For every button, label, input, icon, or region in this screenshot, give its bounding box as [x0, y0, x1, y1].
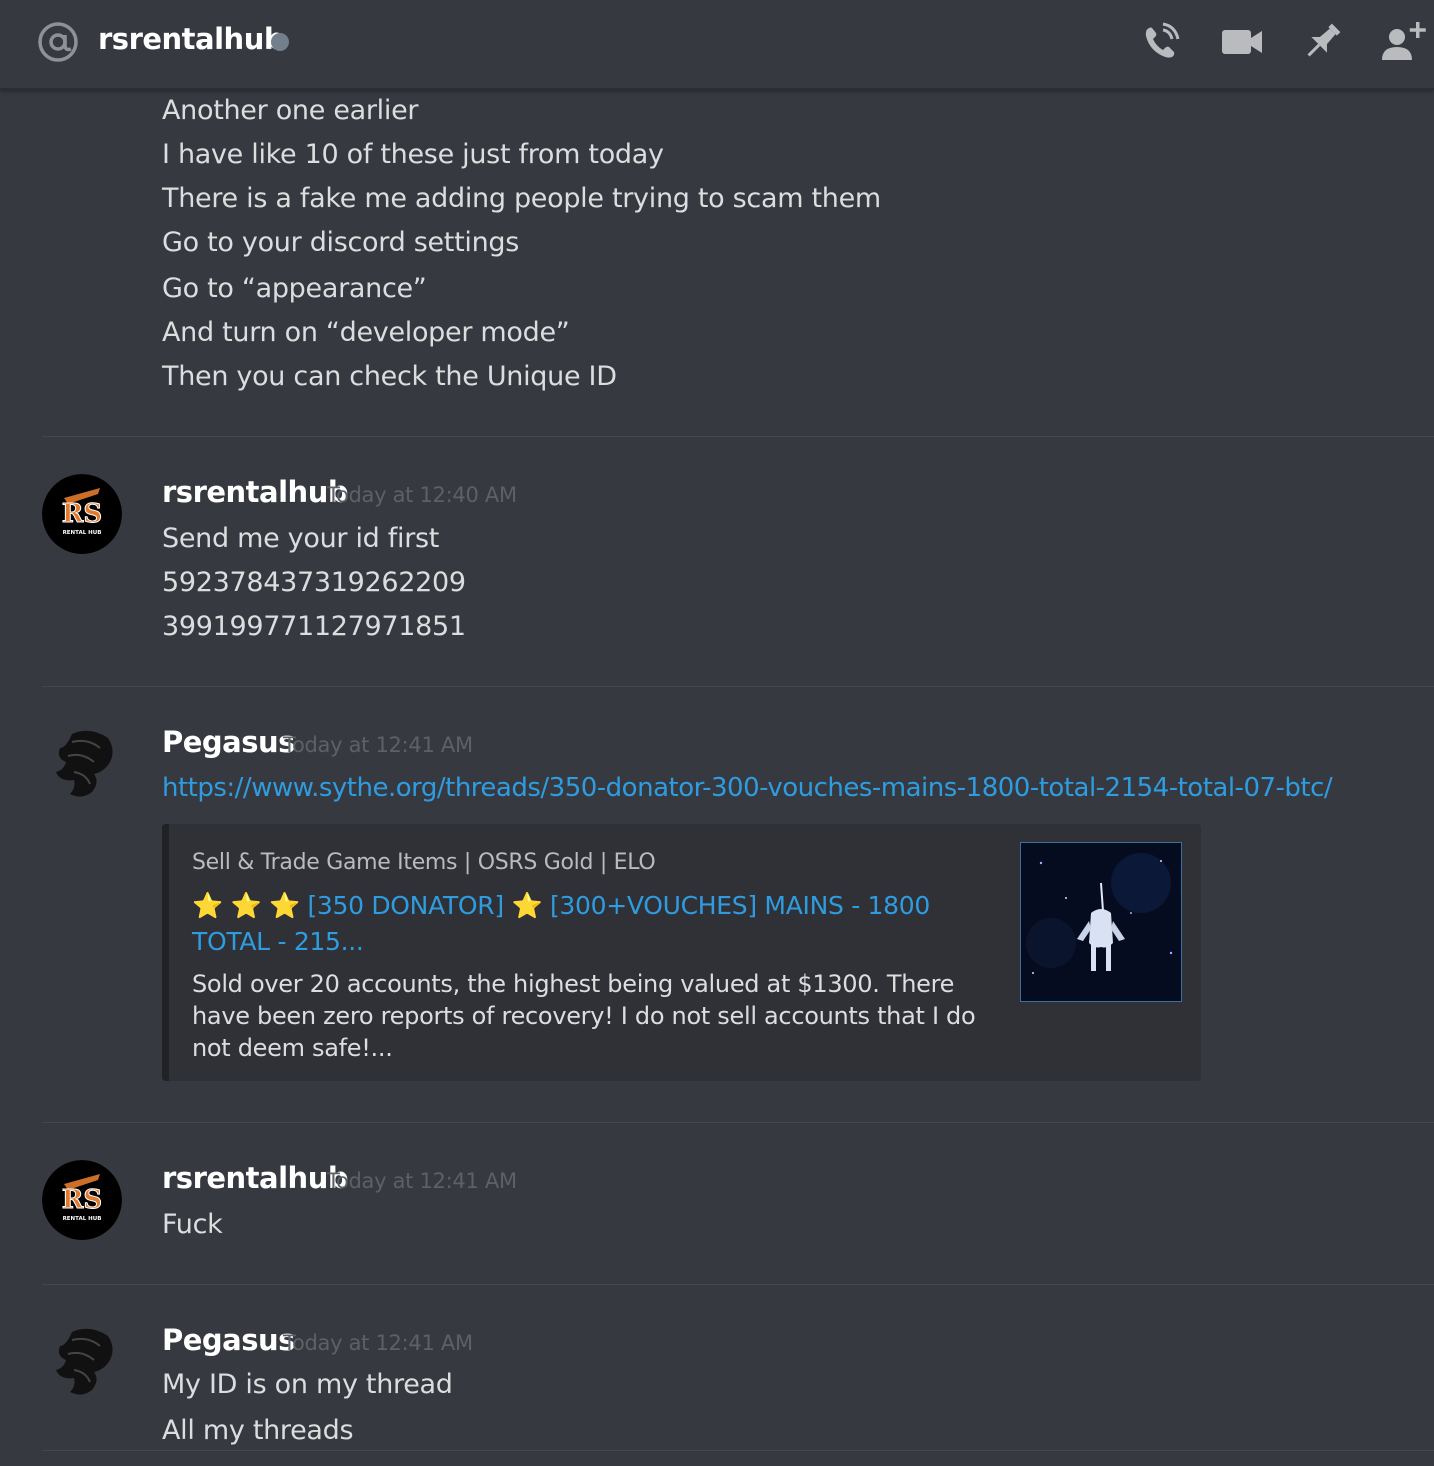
star-icon: ⭐ ⭐ ⭐ [192, 891, 308, 920]
embed-title-part: [350 DONATOR] [307, 891, 504, 920]
add-friend-icon[interactable] [1380, 20, 1428, 64]
embed-title[interactable]: ⭐ ⭐ ⭐ [350 DONATOR] ⭐ [300+VOUCHES] MAIN… [192, 888, 982, 960]
avatar[interactable]: RS RENTAL HUB [42, 474, 122, 554]
message-line: 399199771127971851 [162, 611, 466, 642]
message-line: There is a fake me adding people trying … [162, 183, 881, 214]
message-line: And turn on “developer mode” [162, 317, 570, 348]
at-icon [38, 22, 78, 62]
message-line: Send me your id first [162, 523, 440, 554]
avatar[interactable] [42, 722, 122, 802]
message-line: My ID is on my thread [162, 1369, 453, 1400]
message-line: Then you can check the Unique ID [162, 361, 617, 392]
avatar[interactable]: RS RENTAL HUB [42, 1160, 122, 1240]
message-author[interactable]: rsrentalhub [162, 1161, 349, 1195]
message-timestamp: Today at 12:41 AM [283, 733, 473, 757]
message-author[interactable]: Pegasus [162, 1323, 295, 1357]
channel-header: rsrentalhub [0, 0, 1434, 90]
message-timestamp: Today at 12:41 AM [327, 1169, 517, 1193]
message-author[interactable]: Pegasus [162, 725, 295, 759]
status-indicator [271, 33, 289, 51]
message-line: Go to “appearance” [162, 273, 427, 304]
svg-text:RENTAL HUB: RENTAL HUB [63, 530, 102, 536]
phone-call-icon[interactable] [1139, 20, 1183, 64]
embed-thumbnail[interactable] [1020, 842, 1182, 1002]
pin-icon[interactable] [1300, 20, 1344, 64]
message-timestamp: Today at 12:40 AM [327, 483, 517, 507]
avatar[interactable] [42, 1320, 122, 1400]
message-line: Go to your discord settings [162, 227, 519, 258]
message-author[interactable]: rsrentalhub [162, 475, 349, 509]
message-divider [42, 1284, 1434, 1285]
embed-description: Sold over 20 accounts, the highest being… [192, 970, 976, 1062]
message-divider [42, 1450, 1434, 1451]
star-icon: ⭐ [503, 891, 550, 920]
message-line: 592378437319262209 [162, 567, 466, 598]
svg-text:RENTAL HUB: RENTAL HUB [63, 1216, 102, 1222]
channel-name: rsrentalhub [98, 22, 285, 56]
message-divider [42, 1122, 1434, 1123]
message-line: I have like 10 of these just from today [162, 139, 664, 170]
message-list: Another one earlier I have like 10 of th… [0, 90, 1434, 1466]
message-line: Fuck [162, 1209, 223, 1240]
message-divider [42, 686, 1434, 687]
video-camera-icon[interactable] [1220, 20, 1264, 64]
message-link[interactable]: https://www.sythe.org/threads/350-donato… [162, 773, 1333, 803]
svg-text:RS: RS [62, 1185, 102, 1215]
link-embed: Sell & Trade Game Items | OSRS Gold | EL… [162, 824, 1201, 1081]
message-timestamp: Today at 12:41 AM [283, 1331, 473, 1355]
message-line: Another one earlier [162, 95, 419, 126]
embed-provider[interactable]: Sell & Trade Game Items | OSRS Gold | EL… [192, 850, 656, 875]
message-divider [42, 436, 1434, 437]
message-line: All my threads [162, 1415, 354, 1446]
svg-text:RS: RS [62, 499, 102, 529]
